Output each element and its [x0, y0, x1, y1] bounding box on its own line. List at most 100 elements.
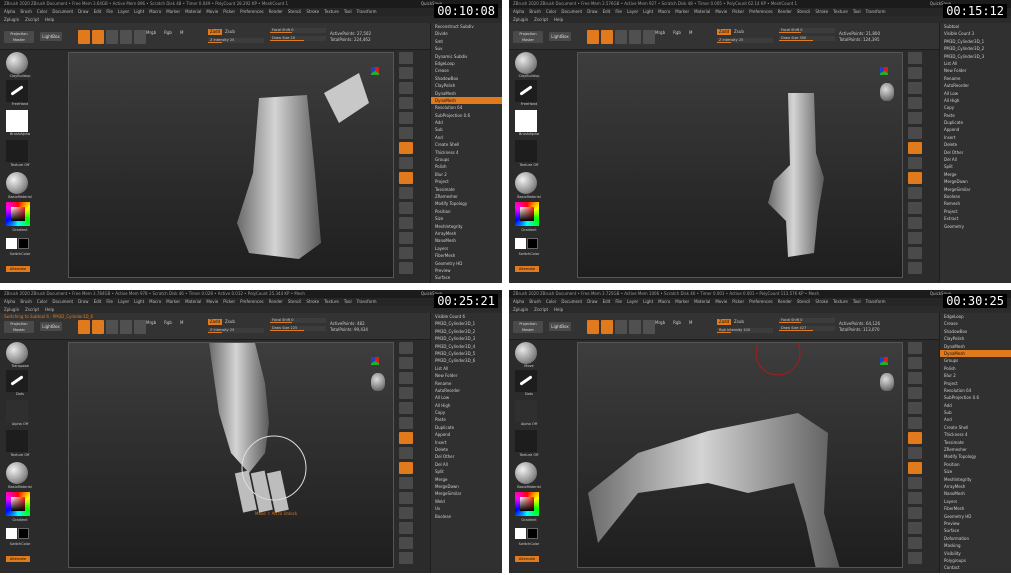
intensity-slider[interactable]: Rgb Intensity 100: [717, 328, 773, 333]
palette-item[interactable]: Project: [940, 208, 1011, 215]
palette-item[interactable]: Smt: [431, 38, 502, 45]
palette-item[interactable]: Size: [431, 215, 502, 222]
bpr-button[interactable]: [908, 52, 922, 64]
zoom-button[interactable]: [399, 97, 413, 109]
focal-shift-slider[interactable]: Focal Shift 0: [779, 28, 835, 33]
palette-item[interactable]: Visibility: [940, 550, 1011, 557]
draw-size-slider[interactable]: Draw Size 300: [779, 36, 835, 41]
view-head-icon[interactable]: [880, 83, 894, 101]
local-button[interactable]: [399, 172, 413, 184]
menu-item-brush[interactable]: Brush: [529, 9, 541, 14]
palette-item[interactable]: PM3D_Cylinder3D_3: [431, 335, 502, 342]
menu-item-layer[interactable]: Layer: [627, 9, 638, 14]
palette-item[interactable]: Size: [940, 468, 1011, 475]
alpha-icon[interactable]: [515, 110, 537, 132]
spix-button[interactable]: [908, 67, 922, 79]
mesh-surface[interactable]: [588, 413, 840, 568]
menu-item-stroke[interactable]: Stroke: [815, 299, 828, 304]
palette-item[interactable]: ArrayMesh: [431, 230, 502, 237]
palette-item[interactable]: Geometry: [940, 223, 1011, 230]
scale-icon[interactable]: [629, 320, 641, 334]
color-picker-sv[interactable]: [520, 497, 534, 511]
menu-item-edit[interactable]: Edit: [603, 9, 611, 14]
palette-item[interactable]: Tessimate: [431, 186, 502, 193]
palette-item[interactable]: SubProjection 0.6: [431, 112, 502, 119]
zsub-button[interactable]: Zsub: [734, 29, 744, 34]
intensity-slider[interactable]: Z Intensity 25: [717, 38, 773, 43]
axis-gizmo-icon[interactable]: [880, 67, 888, 75]
bpr-button[interactable]: [908, 342, 922, 354]
palette-item[interactable]: Create Shell: [431, 141, 502, 148]
actual-button[interactable]: [399, 402, 413, 414]
menu-item-movie[interactable]: Movie: [206, 9, 218, 14]
menu-item-layer[interactable]: Layer: [627, 299, 638, 304]
transp-button[interactable]: [908, 552, 922, 564]
palette-item[interactable]: Paste: [940, 112, 1011, 119]
palette-item[interactable]: Dynamic Subdiv: [431, 53, 502, 60]
palette-item[interactable]: Sub: [940, 409, 1011, 416]
menu-item-zplugin[interactable]: Zplugin: [4, 17, 19, 22]
alpha-icon[interactable]: [6, 110, 28, 132]
menu-item-file[interactable]: File: [106, 299, 113, 304]
actual-button[interactable]: [908, 112, 922, 124]
scale-icon[interactable]: [629, 30, 641, 44]
secondary-color-swatch[interactable]: [527, 528, 538, 539]
color-picker-sv[interactable]: [11, 207, 25, 221]
aahalf-button[interactable]: [908, 417, 922, 429]
palette-item[interactable]: AutoReorder: [431, 387, 502, 394]
rotate-view-button[interactable]: [908, 232, 922, 244]
frame-button[interactable]: [399, 477, 413, 489]
menu-item-marker[interactable]: Marker: [675, 299, 689, 304]
menu-item-preferences[interactable]: Preferences: [240, 9, 264, 14]
scroll-button[interactable]: [908, 372, 922, 384]
palette-item[interactable]: Add: [940, 402, 1011, 409]
palette-item[interactable]: MergeDown: [940, 178, 1011, 185]
menu-item-document[interactable]: Document: [52, 9, 73, 14]
menu-item-draw[interactable]: Draw: [78, 9, 88, 14]
persp-button[interactable]: [908, 142, 922, 154]
document-canvas[interactable]: [68, 52, 394, 278]
alpha-icon[interactable]: [6, 400, 28, 422]
menu-item-transform[interactable]: Transform: [357, 9, 377, 14]
palette-item[interactable]: Modify Topology: [431, 200, 502, 207]
palette-item[interactable]: Crease: [431, 67, 502, 74]
sculpt-model[interactable]: [69, 53, 394, 278]
menu-item-texture[interactable]: Texture: [324, 299, 339, 304]
menu-item-transform[interactable]: Transform: [866, 299, 886, 304]
menu-item-marker[interactable]: Marker: [166, 9, 180, 14]
color-picker[interactable]: [6, 492, 30, 516]
mesh-surface[interactable]: [209, 343, 269, 473]
palette-item[interactable]: Preview: [431, 267, 502, 274]
texture-icon[interactable]: [6, 430, 28, 452]
zoom3d-button[interactable]: [399, 507, 413, 519]
move-icon[interactable]: [615, 30, 627, 44]
move-view-button[interactable]: [908, 492, 922, 504]
draw-size-slider[interactable]: Draw Size 225: [270, 326, 326, 331]
menu-item-tool[interactable]: Tool: [853, 9, 861, 14]
sculpt-model[interactable]: [578, 53, 903, 278]
menu-item-picker[interactable]: Picker: [223, 299, 235, 304]
aahalf-button[interactable]: [908, 127, 922, 139]
menu-item-help[interactable]: Help: [45, 17, 54, 22]
palette-item[interactable]: Groups: [431, 156, 502, 163]
palette-item[interactable]: Copy: [431, 409, 502, 416]
palette-item[interactable]: MergeSimilar: [431, 490, 502, 497]
axis-gizmo-icon[interactable]: [880, 357, 888, 365]
palette-item[interactable]: Sub: [431, 126, 502, 133]
edit-icon[interactable]: [78, 30, 90, 44]
menu-item-picker[interactable]: Picker: [732, 299, 744, 304]
palette-item[interactable]: Del All: [431, 461, 502, 468]
material-icon[interactable]: [515, 172, 537, 194]
polyf-button[interactable]: [399, 537, 413, 549]
palette-item[interactable]: Position: [431, 208, 502, 215]
stroke-icon[interactable]: [6, 370, 28, 392]
menu-item-render[interactable]: Render: [778, 9, 792, 14]
palette-item[interactable]: Rename: [431, 380, 502, 387]
palette-item[interactable]: Split: [940, 163, 1011, 170]
palette-item[interactable]: MergeDown: [431, 483, 502, 490]
material-icon[interactable]: [515, 462, 537, 484]
spix-button[interactable]: [399, 357, 413, 369]
menu-item-macro[interactable]: Macro: [149, 299, 161, 304]
menu-item-zplugin[interactable]: Zplugin: [4, 307, 19, 312]
stroke-icon[interactable]: [515, 80, 537, 102]
